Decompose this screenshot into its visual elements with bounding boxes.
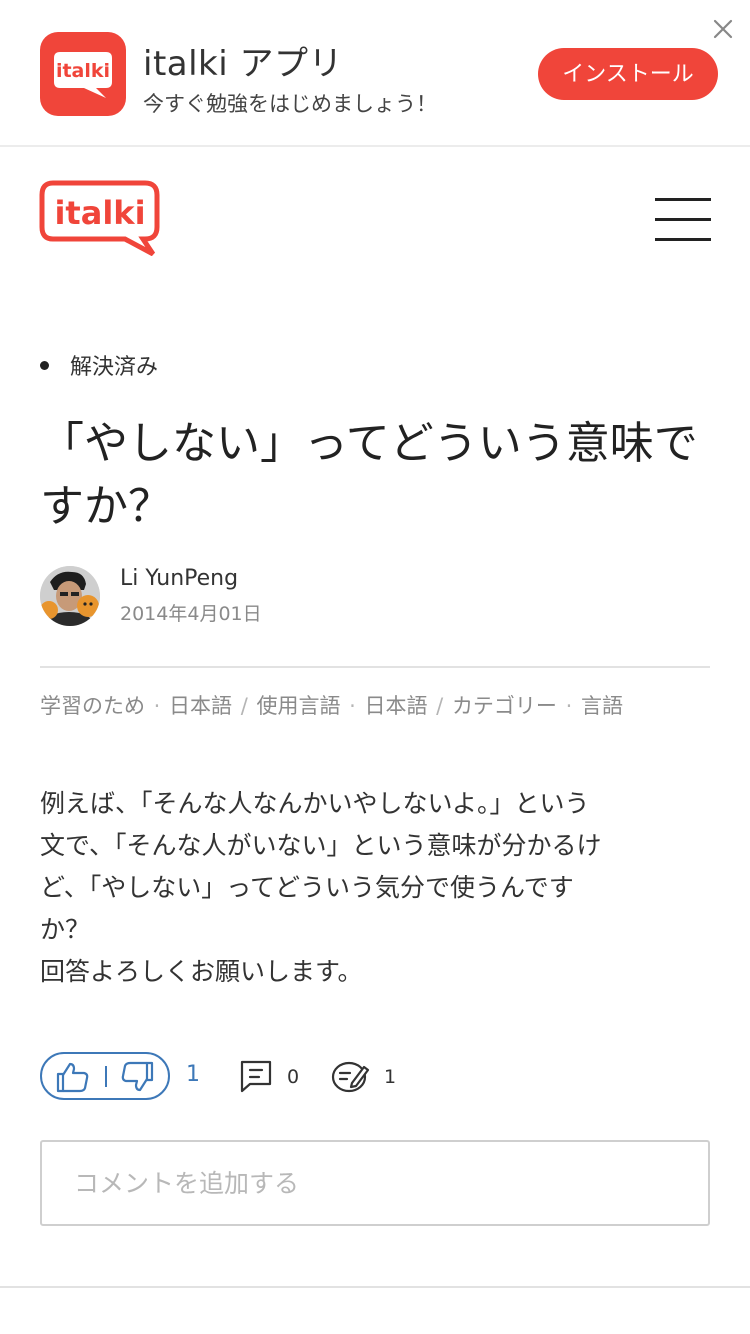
close-icon[interactable] [708,14,738,44]
tag-category-label: カテゴリー [451,694,557,718]
status-label: 解決済み [70,355,159,380]
svg-text:italki: italki [56,60,110,82]
comment-count: 0 [287,1066,300,1088]
banner-title: italki アプリ [143,44,344,84]
italki-logo[interactable]: italki [39,180,161,257]
italki-app-icon: italki [40,32,126,116]
status-badge: 解決済み [40,350,158,380]
banner-subtitle: 今すぐ勉強をはじめましょう！ [143,92,437,116]
tag-used-language[interactable]: 日本語 [365,694,428,718]
tag-language[interactable]: 日本語 [169,694,232,718]
tag-list: 学習のため · 日本語 / 使用言語 · 日本語 / カテゴリー · 言語 [40,694,623,718]
status-dot-icon [40,360,49,370]
question-body: 例えば、「そんな人なんかいやしないよ。」という 文で、「そんな人がいない」という… [40,783,710,993]
tag-used-language-label: 使用言語 [256,694,341,718]
question-title: 「やしない」ってどういう意味ですか？ [40,418,698,532]
body-line: 文で、「そんな人がいない」という意味が分かるけ [40,831,602,860]
author-name[interactable]: Li YunPeng [120,566,238,591]
body-line: か？ [40,915,91,944]
thumbs-down-icon[interactable] [116,1060,156,1094]
tag-category[interactable]: 言語 [581,694,623,718]
body-line: 回答よろしくお願いします。 [40,957,363,986]
vote-count: 1 [186,1062,200,1087]
avatar[interactable] [40,566,100,626]
hamburger-menu-icon[interactable] [655,196,711,244]
svg-text:italki: italki [54,194,145,232]
vote-control [40,1052,170,1100]
correction-count: 1 [384,1066,397,1088]
correction-icon[interactable] [330,1058,370,1094]
thumbs-up-icon[interactable] [54,1060,94,1094]
body-line: ど、「やしない」ってどういう気分で使うんです [40,873,574,902]
body-line: 例えば、「そんな人なんかいやしないよ。」という [40,789,590,818]
post-date: 2014年4月01日 [120,603,262,625]
vote-separator [105,1066,107,1087]
comment-icon[interactable] [238,1058,274,1094]
divider [40,666,710,668]
app-banner: italki italki アプリ 今すぐ勉強をはじめましょう！ インストール [0,0,750,147]
comment-input[interactable] [40,1140,710,1226]
install-button[interactable]: インストール [538,48,718,100]
tag-purpose: 学習のため [40,694,145,718]
divider [0,1286,750,1288]
